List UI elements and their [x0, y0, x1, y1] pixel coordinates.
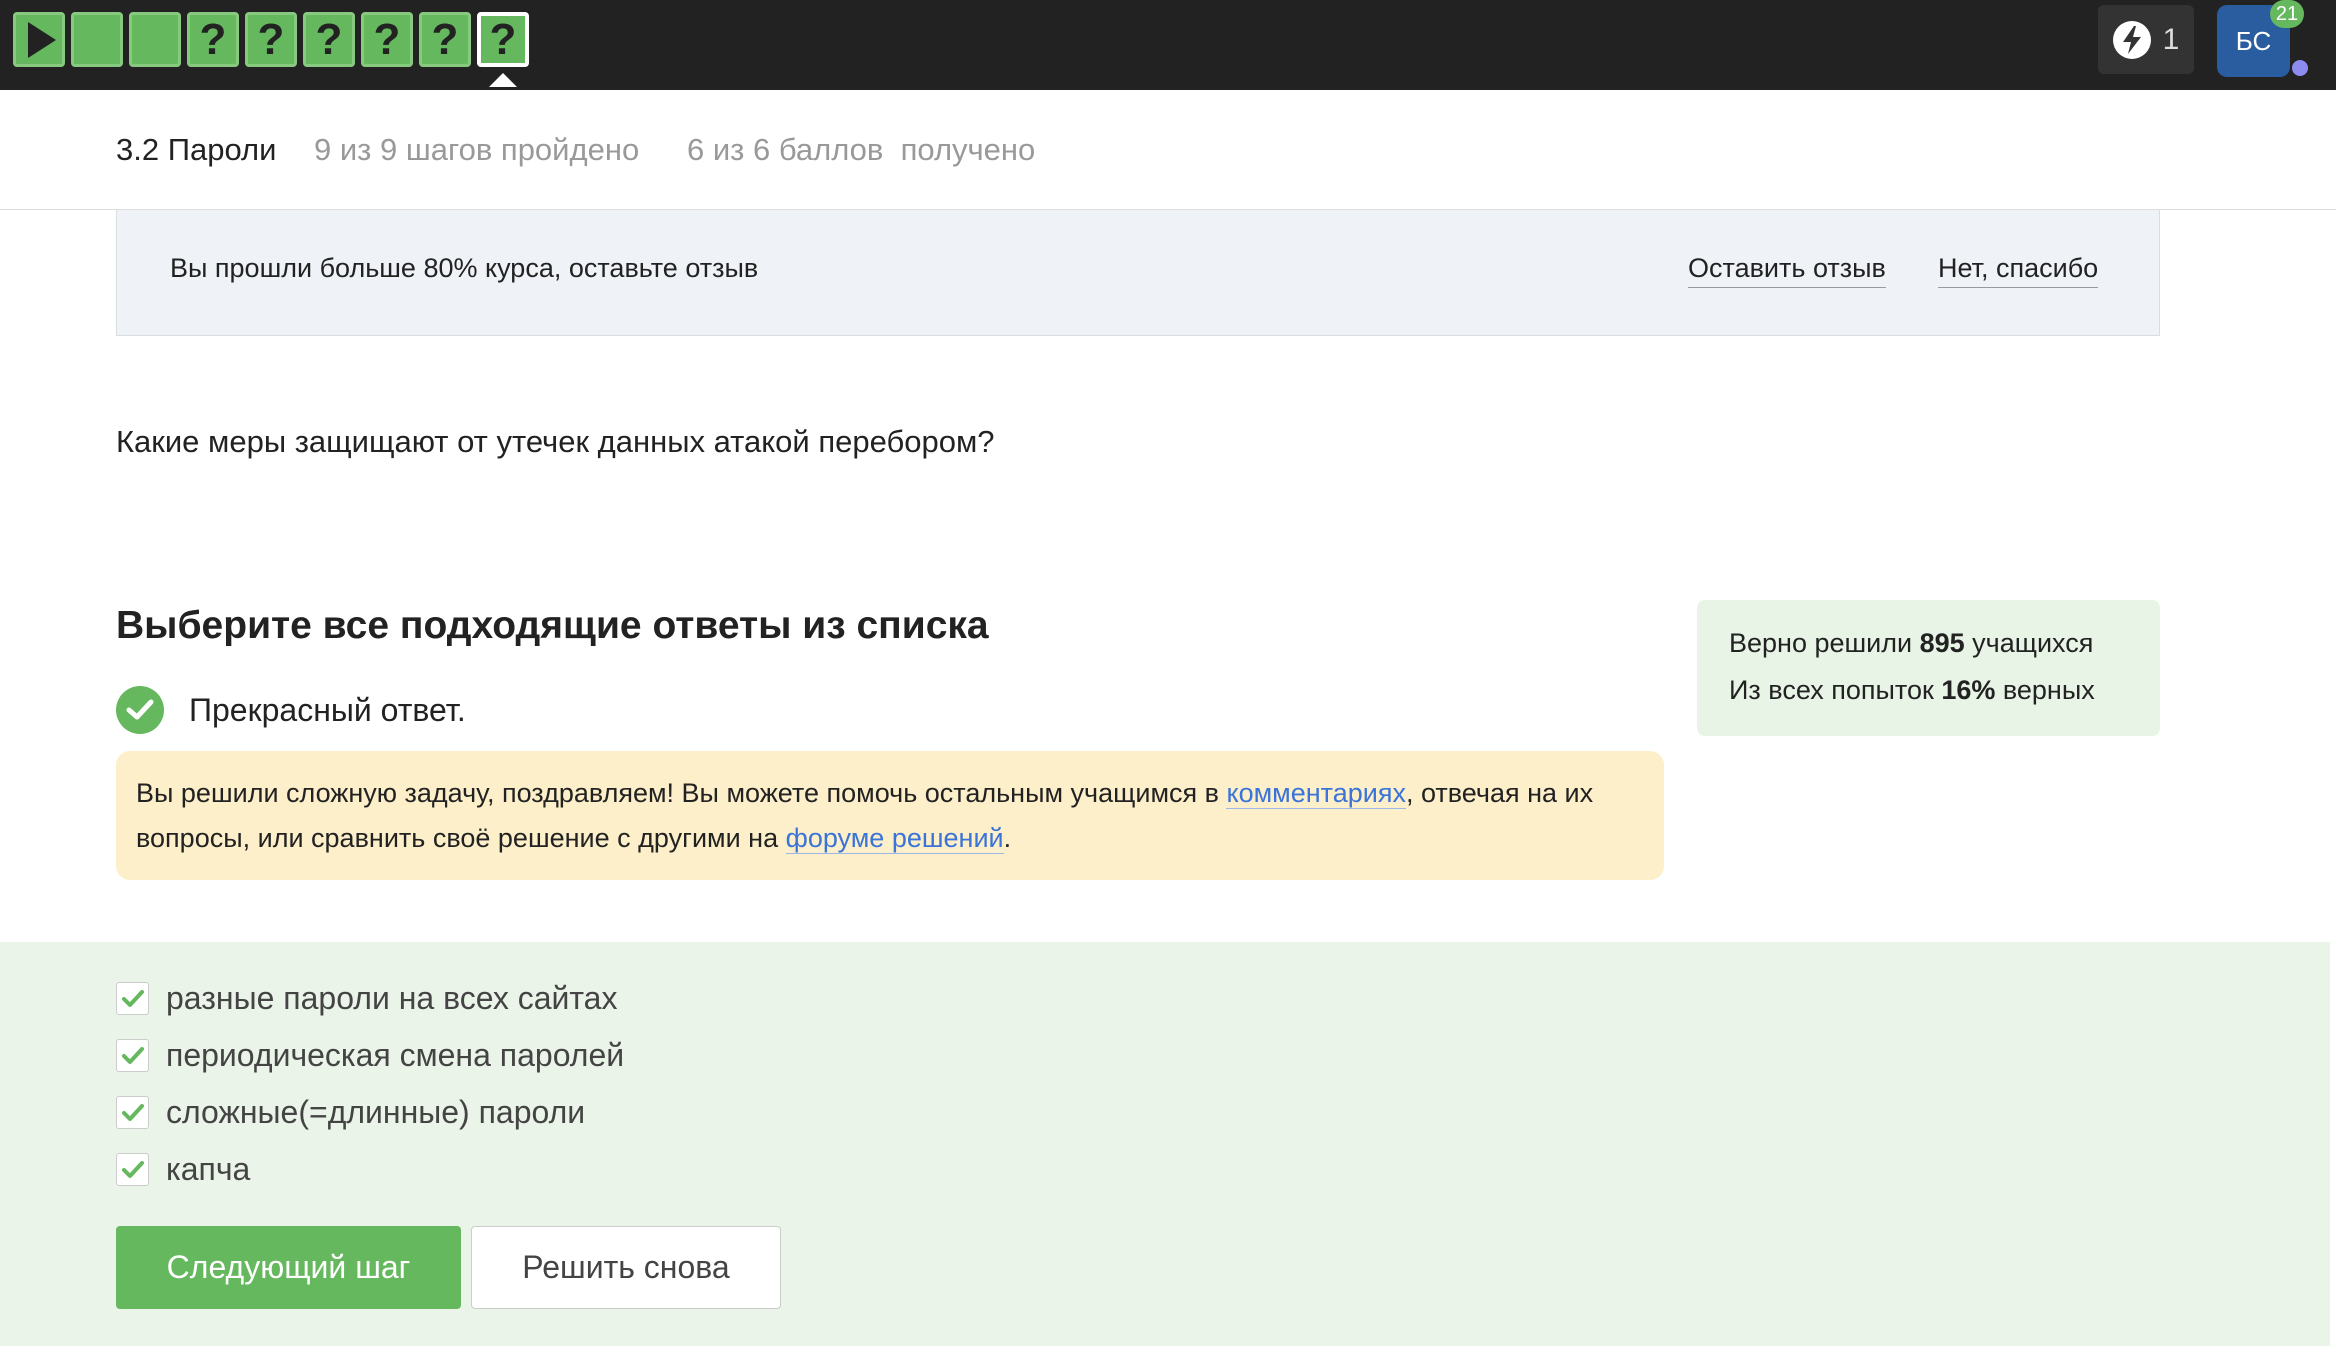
stats-solved-suffix: учащихся: [1964, 628, 2094, 658]
step-6-label: ?: [315, 14, 343, 64]
review-banner: Вы прошли больше 80% курса, оставьте отз…: [116, 210, 2160, 336]
lightning-icon: [2112, 20, 2151, 59]
points-progress: 6 из 6 баллов получено: [687, 132, 1036, 167]
stats-percent-line: Из всех попыток 16% верных: [1729, 667, 2128, 714]
choose-title: Выберите все подходящие ответы из списка: [116, 604, 989, 647]
review-banner-text: Вы прошли больше 80% курса, оставьте отз…: [170, 253, 759, 283]
step-6-quiz[interactable]: ?: [303, 12, 355, 67]
no-thanks-link[interactable]: Нет, спасибо: [1938, 253, 2099, 288]
play-icon: [28, 21, 56, 58]
step-7-label: ?: [373, 14, 401, 64]
hint-text-3: .: [1003, 823, 1012, 853]
step-8-quiz[interactable]: ?: [419, 12, 471, 67]
result-row: Прекрасный ответ.: [116, 686, 466, 734]
stats-solved-line: Верно решили 895 учащихся: [1729, 620, 2128, 667]
checkbox-checked-icon[interactable]: [116, 982, 149, 1015]
forum-link[interactable]: форуме решений: [785, 823, 1004, 854]
next-step-button[interactable]: Следующий шаг: [116, 1226, 461, 1309]
step-1-video[interactable]: [13, 12, 65, 67]
step-5-quiz[interactable]: ?: [245, 12, 297, 67]
comments-link[interactable]: комментариях: [1226, 778, 1406, 809]
check-circle-icon: [116, 686, 164, 734]
checkbox-checked-icon[interactable]: [116, 1096, 149, 1129]
checkbox-checked-icon[interactable]: [116, 1153, 149, 1186]
checkbox-checked-icon[interactable]: [116, 1039, 149, 1072]
step-4-quiz[interactable]: ?: [187, 12, 239, 67]
result-text: Прекрасный ответ.: [189, 691, 466, 728]
solve-again-button[interactable]: Решить снова: [471, 1226, 781, 1309]
stats-box: Верно решили 895 учащихся Из всех попыто…: [1697, 600, 2160, 736]
notification-badge[interactable]: 21: [2270, 0, 2304, 28]
step-4-label: ?: [199, 14, 227, 64]
lesson-header: 3.2 Пароли 9 из 9 шагов пройдено 6 из 6 …: [0, 90, 2336, 210]
step-9-quiz-active[interactable]: ?: [477, 12, 529, 67]
leave-review-link[interactable]: Оставить отзыв: [1688, 253, 1886, 288]
hint-text-1: Вы решили сложную задачу, поздравляем! В…: [136, 778, 1227, 808]
step-7-quiz[interactable]: ?: [361, 12, 413, 67]
step-9-label: ?: [489, 14, 517, 64]
step-2-text[interactable]: [71, 12, 123, 67]
question-text: Какие меры защищают от утечек данных ата…: [116, 424, 995, 459]
step-3-text[interactable]: [129, 12, 181, 67]
energy-count: 1: [2162, 22, 2180, 56]
step-navigation: ? ? ? ? ? ?: [13, 12, 535, 67]
option-label[interactable]: периодическая смена паролей: [166, 1037, 624, 1074]
step-5-label: ?: [257, 14, 285, 64]
stats-percent-prefix: Из всех попыток: [1729, 675, 1942, 705]
stats-solved-prefix: Верно решили: [1729, 628, 1920, 658]
option-2[interactable]: периодическая смена паролей: [116, 1037, 624, 1074]
hint-box: Вы решили сложную задачу, поздравляем! В…: [116, 751, 1664, 880]
top-bar: ? ? ? ? ? ? 1 БС 21: [0, 0, 2336, 90]
solved-count: 895: [1919, 628, 1965, 658]
energy-button[interactable]: 1: [2098, 5, 2194, 74]
stats-percent-suffix: верных: [1995, 675, 2095, 705]
option-1[interactable]: разные пароли на всех сайтах: [116, 980, 617, 1017]
lesson-title[interactable]: 3.2 Пароли: [116, 132, 276, 168]
status-dot-icon: [2292, 60, 2308, 76]
step-8-label: ?: [431, 14, 459, 64]
correct-percent: 16%: [1941, 675, 1996, 705]
option-4[interactable]: капча: [116, 1151, 250, 1188]
option-label[interactable]: разные пароли на всех сайтах: [166, 980, 617, 1017]
option-label[interactable]: капча: [166, 1151, 250, 1188]
steps-progress: 9 из 9 шагов пройдено: [314, 132, 640, 167]
option-label[interactable]: сложные(=длинные) пароли: [166, 1094, 585, 1131]
option-3[interactable]: сложные(=длинные) пароли: [116, 1094, 585, 1131]
